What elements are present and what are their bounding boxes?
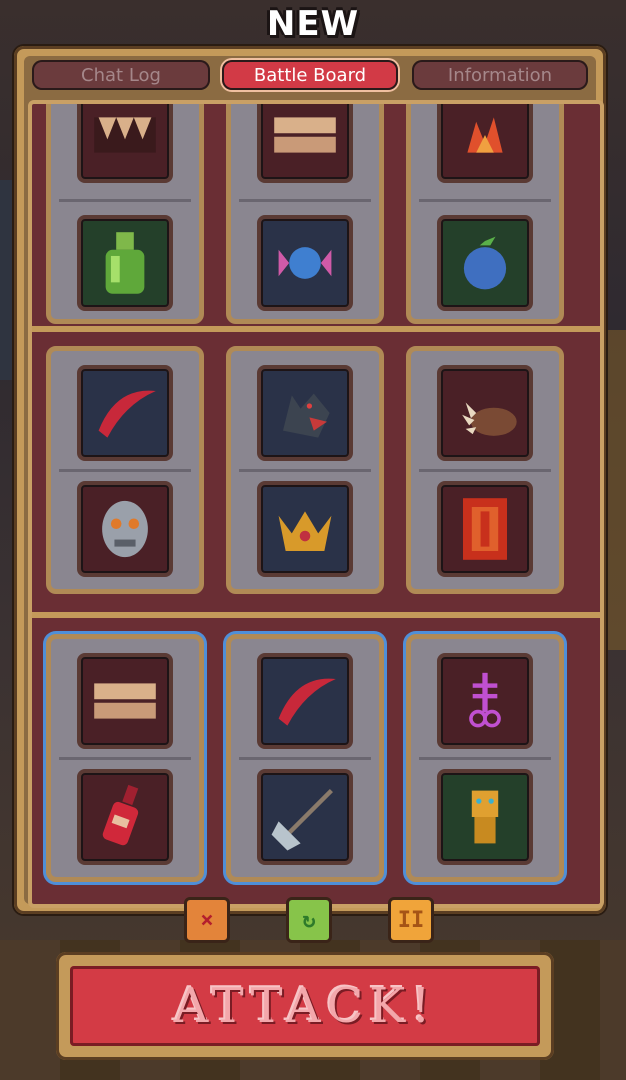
group-divider xyxy=(419,757,551,760)
group-divider xyxy=(59,469,191,472)
group-divider xyxy=(419,469,551,472)
red-banner-icon[interactable] xyxy=(437,481,533,577)
item-group[interactable] xyxy=(226,346,384,594)
teeth-icon[interactable] xyxy=(77,653,173,749)
attack-button-frame: ATTACK! xyxy=(56,952,554,1060)
attack-button[interactable]: ATTACK! xyxy=(70,966,540,1046)
battle-board xyxy=(28,100,604,908)
tab-bar: Chat Log Battle Board Information xyxy=(30,60,590,90)
group-divider xyxy=(239,469,371,472)
discard-button[interactable]: × xyxy=(184,897,230,943)
board-rail xyxy=(32,326,600,332)
red-slash-icon[interactable] xyxy=(257,653,353,749)
group-divider xyxy=(59,199,191,202)
candy-icon[interactable] xyxy=(257,215,353,311)
item-group-selected[interactable] xyxy=(46,634,204,882)
item-group[interactable] xyxy=(406,104,564,324)
background-wall-right xyxy=(604,330,626,650)
group-divider xyxy=(239,199,371,202)
teeth-icon[interactable] xyxy=(257,104,353,183)
fire-burst-icon[interactable] xyxy=(437,104,533,183)
group-divider xyxy=(239,757,371,760)
group-divider xyxy=(59,757,191,760)
red-bottle-icon[interactable] xyxy=(77,769,173,865)
pause-button[interactable]: II xyxy=(388,897,434,943)
item-group-selected[interactable] xyxy=(226,634,384,882)
group-divider xyxy=(419,199,551,202)
green-bottle-icon[interactable] xyxy=(77,215,173,311)
tab-battle-board[interactable]: Battle Board xyxy=(222,60,398,90)
item-group-selected[interactable] xyxy=(406,634,564,882)
fangs-icon[interactable] xyxy=(77,104,173,183)
golden-crown-icon[interactable] xyxy=(257,481,353,577)
reroll-button[interactable]: ↻ xyxy=(286,897,332,943)
page-title: NEW xyxy=(266,4,360,44)
spear-icon[interactable] xyxy=(257,769,353,865)
board-rail xyxy=(32,612,600,618)
item-group[interactable] xyxy=(46,346,204,594)
item-group[interactable] xyxy=(46,104,204,324)
item-group[interactable] xyxy=(226,104,384,324)
golden-idol-icon[interactable] xyxy=(437,769,533,865)
red-slash-icon[interactable] xyxy=(77,365,173,461)
leviathan-cross-icon[interactable] xyxy=(437,653,533,749)
tab-information[interactable]: Information xyxy=(412,60,588,90)
item-group[interactable] xyxy=(406,346,564,594)
blue-fruit-icon[interactable] xyxy=(437,215,533,311)
tab-chat-log[interactable]: Chat Log xyxy=(32,60,210,90)
claw-icon[interactable] xyxy=(437,365,533,461)
wolf-head-icon[interactable] xyxy=(257,365,353,461)
skull-mask-icon[interactable] xyxy=(77,481,173,577)
